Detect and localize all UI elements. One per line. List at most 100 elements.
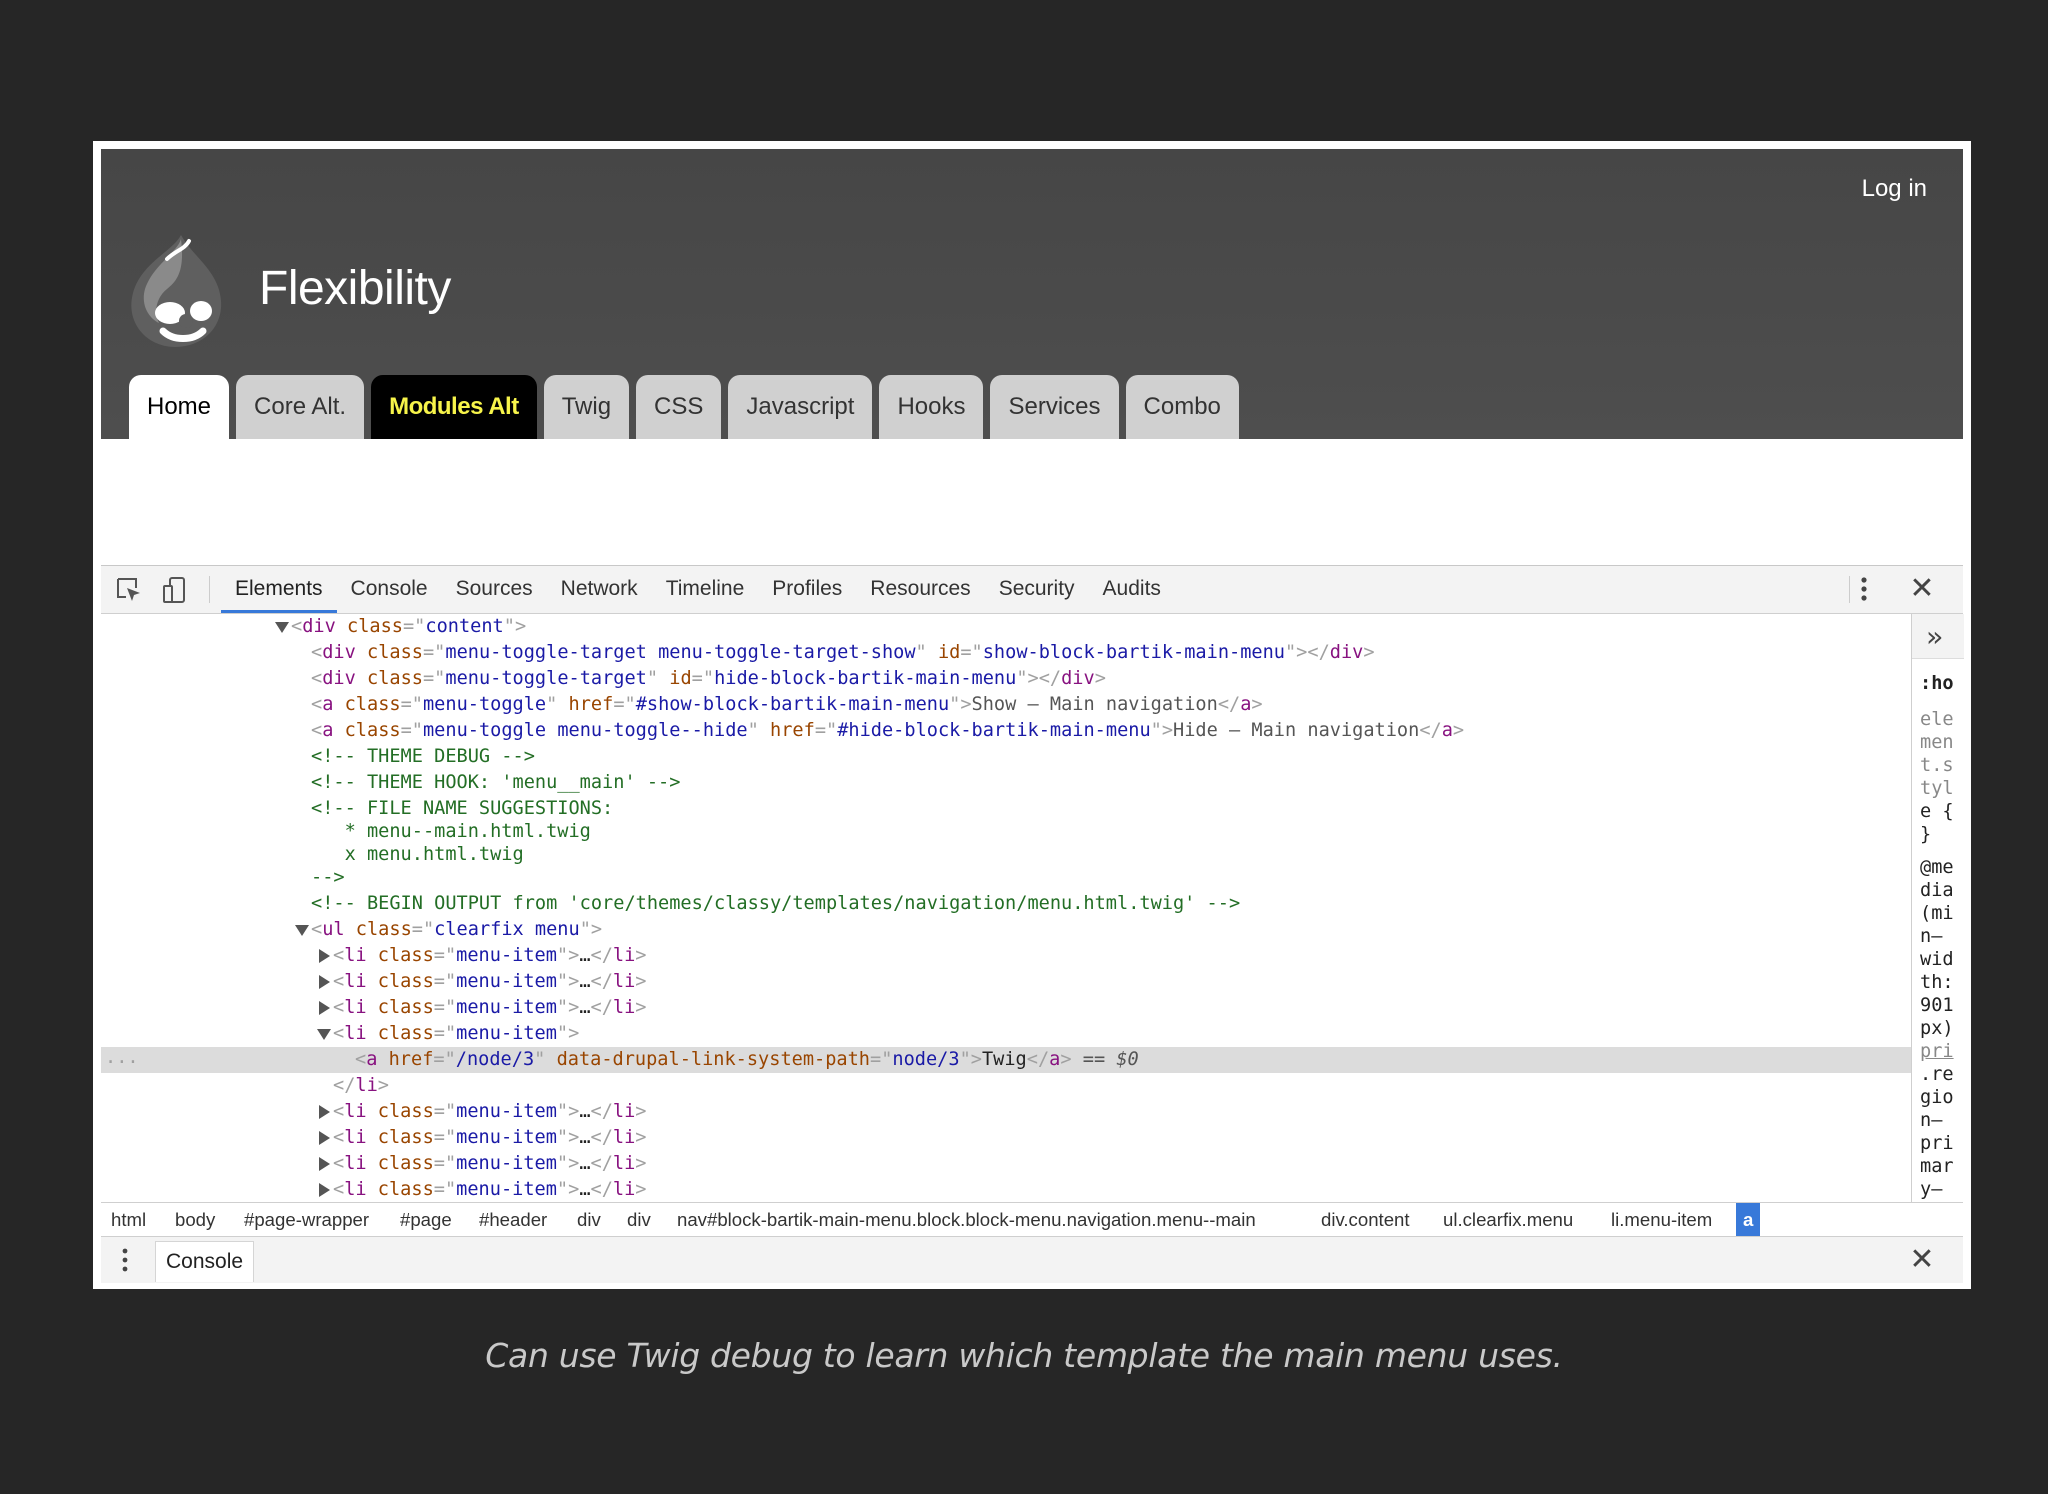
dom-node-li[interactable]: <li class="menu-item">…</li>: [333, 969, 647, 995]
tab-css[interactable]: CSS: [636, 375, 722, 439]
more-vert-icon[interactable]: [1857, 575, 1871, 603]
expand-arrow-icon[interactable]: [319, 1157, 330, 1171]
breadcrumb-item[interactable]: #page-wrapper: [244, 1203, 369, 1236]
tab-elements[interactable]: Elements: [221, 566, 337, 613]
style-source-link[interactable]: pri: [1920, 1040, 1954, 1063]
collapse-arrow-icon[interactable]: [295, 925, 309, 936]
style-line: y–: [1920, 1179, 1943, 1200]
drupal-logo-icon: [131, 235, 222, 347]
screenshot-frame: Log in Flexibility Home Core Alt. Module…: [93, 141, 1971, 1289]
style-line: 901: [1920, 995, 1954, 1016]
expand-arrow-icon[interactable]: [319, 1183, 330, 1197]
style-line: men: [1920, 732, 1954, 753]
style-line: th:: [1920, 972, 1954, 993]
style-line: @me: [1920, 857, 1954, 878]
tab-twig[interactable]: Twig: [543, 375, 630, 439]
devtools-panel: Elements Console Sources Network Timelin…: [101, 565, 1964, 1283]
device-mode-icon[interactable]: [161, 576, 189, 604]
dom-node-li-expanded[interactable]: <li class="menu-item">: [333, 1021, 579, 1047]
tab-services[interactable]: Services: [990, 375, 1119, 439]
dom-node[interactable]: <div class="menu-toggle-target" id="hide…: [311, 666, 1106, 692]
tab-profiles[interactable]: Profiles: [758, 566, 856, 613]
style-line: t.s: [1920, 755, 1954, 776]
dom-node-li[interactable]: <li class="menu-item">…</li>: [333, 995, 647, 1021]
inspect-icon[interactable]: [115, 576, 143, 604]
breadcrumb-item[interactable]: div: [577, 1203, 601, 1236]
tab-resources[interactable]: Resources: [856, 566, 984, 613]
dom-node-li[interactable]: <li class="menu-item">…</li>: [333, 1151, 647, 1177]
close-icon[interactable]: ✕: [1907, 1245, 1937, 1275]
website-viewport: Log in Flexibility Home Core Alt. Module…: [101, 149, 1963, 565]
comment-line: -->: [311, 867, 345, 888]
breadcrumb-item[interactable]: nav#block-bartik-main-menu.block.block-m…: [677, 1203, 1256, 1236]
login-link[interactable]: Log in: [1862, 175, 1927, 203]
expand-arrow-icon[interactable]: [319, 1131, 330, 1145]
hover-filter[interactable]: :ho: [1920, 672, 1954, 695]
tab-timeline[interactable]: Timeline: [652, 566, 759, 613]
tab-combo[interactable]: Combo: [1125, 375, 1239, 439]
dom-node-li[interactable]: <li class="menu-item">…</li>: [333, 943, 647, 969]
tab-audits[interactable]: Audits: [1089, 566, 1175, 613]
tab-sources[interactable]: Sources: [442, 566, 547, 613]
comment-node[interactable]: <!-- THEME HOOK: 'menu__main' -->: [311, 770, 680, 796]
breadcrumb-item[interactable]: li.menu-item: [1611, 1203, 1712, 1236]
style-line: (mi: [1920, 903, 1954, 924]
elements-tree: <div class="content"> <div class="menu-t…: [101, 614, 1911, 1202]
tab-hooks[interactable]: Hooks: [879, 375, 984, 439]
tab-javascript[interactable]: Javascript: [728, 375, 873, 439]
dom-node-close-li[interactable]: </li>: [333, 1073, 389, 1099]
breadcrumb-item[interactable]: #header: [479, 1203, 547, 1236]
style-line: gio: [1920, 1087, 1954, 1108]
expand-arrow-icon[interactable]: [319, 949, 330, 963]
style-line: px): [1920, 1018, 1954, 1039]
breadcrumb: html body #page-wrapper #page #header di…: [101, 1202, 1963, 1236]
dom-node-li[interactable]: <li class="menu-item">…</li>: [333, 1177, 647, 1202]
breadcrumb-item[interactable]: div.content: [1321, 1203, 1410, 1236]
site-name[interactable]: Flexibility: [259, 261, 451, 316]
selected-dom-node-a[interactable]: <a href="/node/3" data-drupal-link-syste…: [355, 1047, 1139, 1073]
devtools-tabs: Elements Console Sources Network Timelin…: [221, 566, 1175, 613]
style-line: n–: [1920, 926, 1943, 947]
breadcrumb-item[interactable]: html: [111, 1203, 146, 1236]
breadcrumb-item-active[interactable]: a: [1736, 1203, 1761, 1236]
dom-node-div-content[interactable]: <div class="content">: [291, 614, 526, 640]
collapse-arrow-icon[interactable]: [275, 622, 289, 633]
tab-network[interactable]: Network: [547, 566, 652, 613]
tab-core-alt[interactable]: Core Alt.: [236, 375, 365, 439]
drawer-tab-console[interactable]: Console: [155, 1241, 255, 1282]
dom-node[interactable]: <a class="menu-toggle menu-toggle--hide"…: [311, 718, 1464, 744]
dom-node-ul[interactable]: <ul class="clearfix menu">: [311, 917, 602, 943]
collapse-arrow-icon[interactable]: [317, 1029, 331, 1040]
breadcrumb-item[interactable]: body: [175, 1203, 215, 1236]
expand-arrow-icon[interactable]: [319, 1001, 330, 1015]
sidebar-toolbar: »: [1912, 614, 1964, 659]
tab-console[interactable]: Console: [337, 566, 442, 613]
style-line: ele: [1920, 709, 1954, 730]
node-dots[interactable]: ...: [105, 1045, 139, 1071]
toolbar-divider: [1849, 576, 1850, 603]
close-icon[interactable]: ✕: [1907, 574, 1937, 604]
expand-arrow-icon[interactable]: [319, 975, 330, 989]
style-line: e {: [1920, 801, 1954, 822]
dom-node[interactable]: <div class="menu-toggle-target menu-togg…: [311, 640, 1375, 666]
tab-security[interactable]: Security: [985, 566, 1089, 613]
comment-node[interactable]: <!-- THEME DEBUG -->: [311, 744, 535, 770]
breadcrumb-item[interactable]: #page: [400, 1203, 452, 1236]
comment-node[interactable]: <!-- BEGIN OUTPUT from 'core/themes/clas…: [311, 891, 1240, 917]
more-vert-icon[interactable]: [121, 1246, 129, 1274]
devtools-toolbar: Elements Console Sources Network Timelin…: [101, 566, 1963, 614]
dom-node-li[interactable]: <li class="menu-item">…</li>: [333, 1125, 647, 1151]
tab-modules-alt[interactable]: Modules Alt: [371, 375, 537, 439]
main-menu: Home Core Alt. Modules Alt Twig CSS Java…: [129, 375, 1239, 439]
breadcrumb-item[interactable]: ul.clearfix.menu: [1443, 1203, 1573, 1236]
chevron-double-right-icon[interactable]: »: [1926, 620, 1943, 653]
toolbar-divider: [209, 576, 210, 603]
expand-arrow-icon[interactable]: [319, 1105, 330, 1119]
dom-node-li[interactable]: <li class="menu-item">…</li>: [333, 1099, 647, 1125]
breadcrumb-item[interactable]: div: [627, 1203, 651, 1236]
style-line: wid: [1920, 949, 1954, 970]
dom-node[interactable]: <a class="menu-toggle" href="#show-block…: [311, 692, 1263, 718]
style-line: }: [1920, 824, 1932, 845]
style-line: n–: [1920, 1110, 1943, 1131]
tab-home[interactable]: Home: [129, 375, 230, 439]
